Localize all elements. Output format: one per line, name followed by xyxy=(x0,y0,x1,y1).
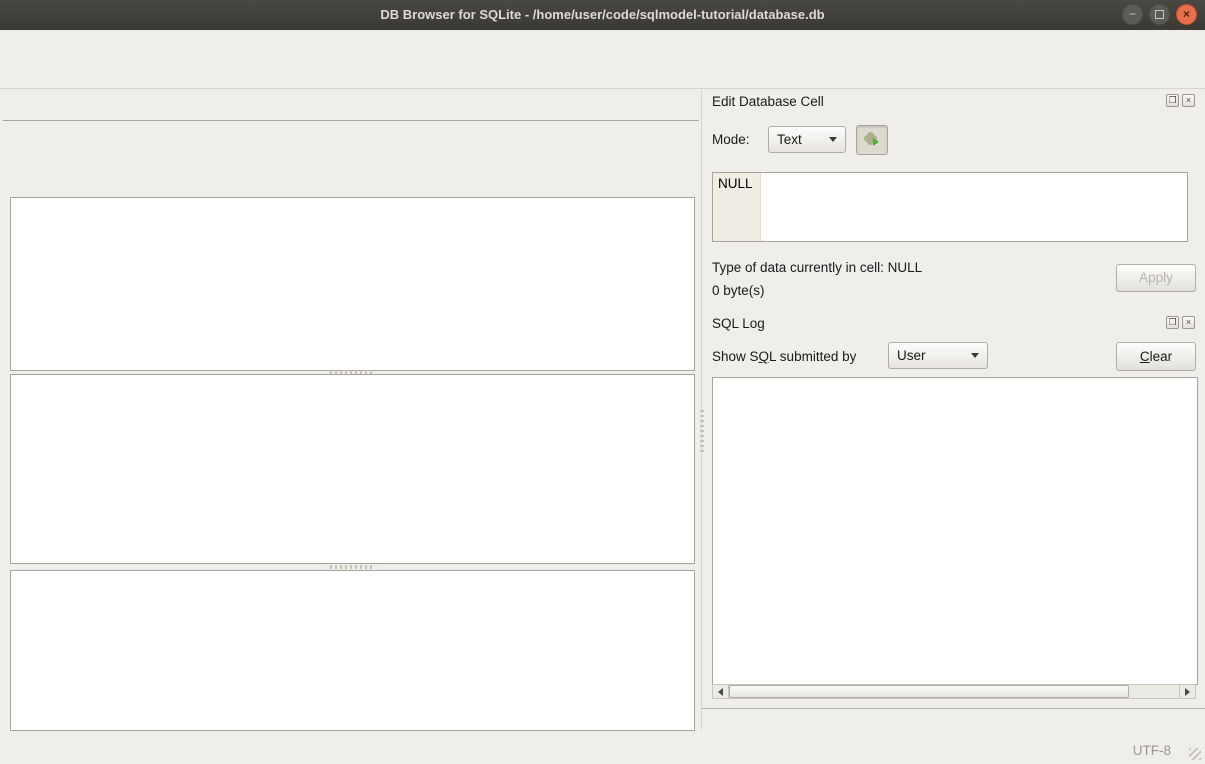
cell-value-editor[interactable]: NULL xyxy=(712,172,1188,242)
encoding-indicator[interactable]: UTF-8 xyxy=(1133,743,1171,758)
log-filter-label: Show SQL submitted by xyxy=(712,349,856,364)
main-toolbar xyxy=(0,55,1205,89)
sql-log-panel-title: SQL Log xyxy=(712,316,765,331)
chevron-down-icon xyxy=(829,137,837,142)
menu-bar xyxy=(0,30,1205,55)
app-window: DB Browser for SQLite - /home/user/code/… xyxy=(0,0,1205,764)
bottom-tab-border xyxy=(702,708,1205,709)
mode-select-value: Text xyxy=(777,132,802,147)
scroll-left-icon[interactable] xyxy=(713,685,729,698)
cell-type-info: Type of data currently in cell: NULL xyxy=(712,260,922,275)
results-panel xyxy=(10,374,695,564)
close-panel-icon[interactable]: × xyxy=(1182,94,1195,107)
window-title: DB Browser for SQLite - /home/user/code/… xyxy=(120,0,1085,30)
close-panel-icon[interactable]: × xyxy=(1182,316,1195,329)
cell-value-text: NULL xyxy=(713,173,761,241)
resize-grip[interactable] xyxy=(1189,748,1201,760)
scroll-right-icon[interactable] xyxy=(1179,685,1195,698)
cell-editor-settings-button[interactable] xyxy=(856,125,888,155)
window-controls: − × xyxy=(1122,4,1197,25)
sql-log-panel-buttons: ❐ × xyxy=(1166,316,1195,329)
status-bar: UTF-8 xyxy=(0,736,1205,764)
close-icon[interactable]: × xyxy=(1176,4,1197,25)
sql-log-view[interactable] xyxy=(712,377,1198,685)
scrollbar-thumb[interactable] xyxy=(729,685,1129,698)
mode-label: Mode: xyxy=(712,132,750,147)
execution-messages xyxy=(10,570,695,731)
log-horizontal-scrollbar[interactable] xyxy=(712,684,1196,699)
minimize-icon[interactable]: − xyxy=(1122,4,1143,25)
gear-icon xyxy=(863,131,881,149)
float-panel-icon[interactable]: ❐ xyxy=(1166,316,1179,329)
main-splitter-grip[interactable] xyxy=(700,410,704,452)
apply-button[interactable]: Apply xyxy=(1116,264,1196,292)
results-messages-splitter[interactable] xyxy=(330,565,372,569)
tab-pane-border xyxy=(3,120,699,121)
sql-editor[interactable] xyxy=(10,197,695,371)
chevron-down-icon xyxy=(971,353,979,358)
edit-cell-panel-buttons: ❐ × xyxy=(1166,94,1195,107)
log-filter-select[interactable]: User xyxy=(888,342,988,369)
title-bar: DB Browser for SQLite - /home/user/code/… xyxy=(0,0,1205,31)
log-filter-value: User xyxy=(897,348,926,363)
mode-select[interactable]: Text xyxy=(768,126,846,153)
editor-results-splitter[interactable] xyxy=(330,370,372,374)
float-panel-icon[interactable]: ❐ xyxy=(1166,94,1179,107)
cell-size-info: 0 byte(s) xyxy=(712,283,765,298)
maximize-icon[interactable] xyxy=(1149,4,1170,25)
clear-log-button[interactable]: Clear xyxy=(1116,342,1196,371)
edit-cell-panel-title: Edit Database Cell xyxy=(712,94,824,109)
